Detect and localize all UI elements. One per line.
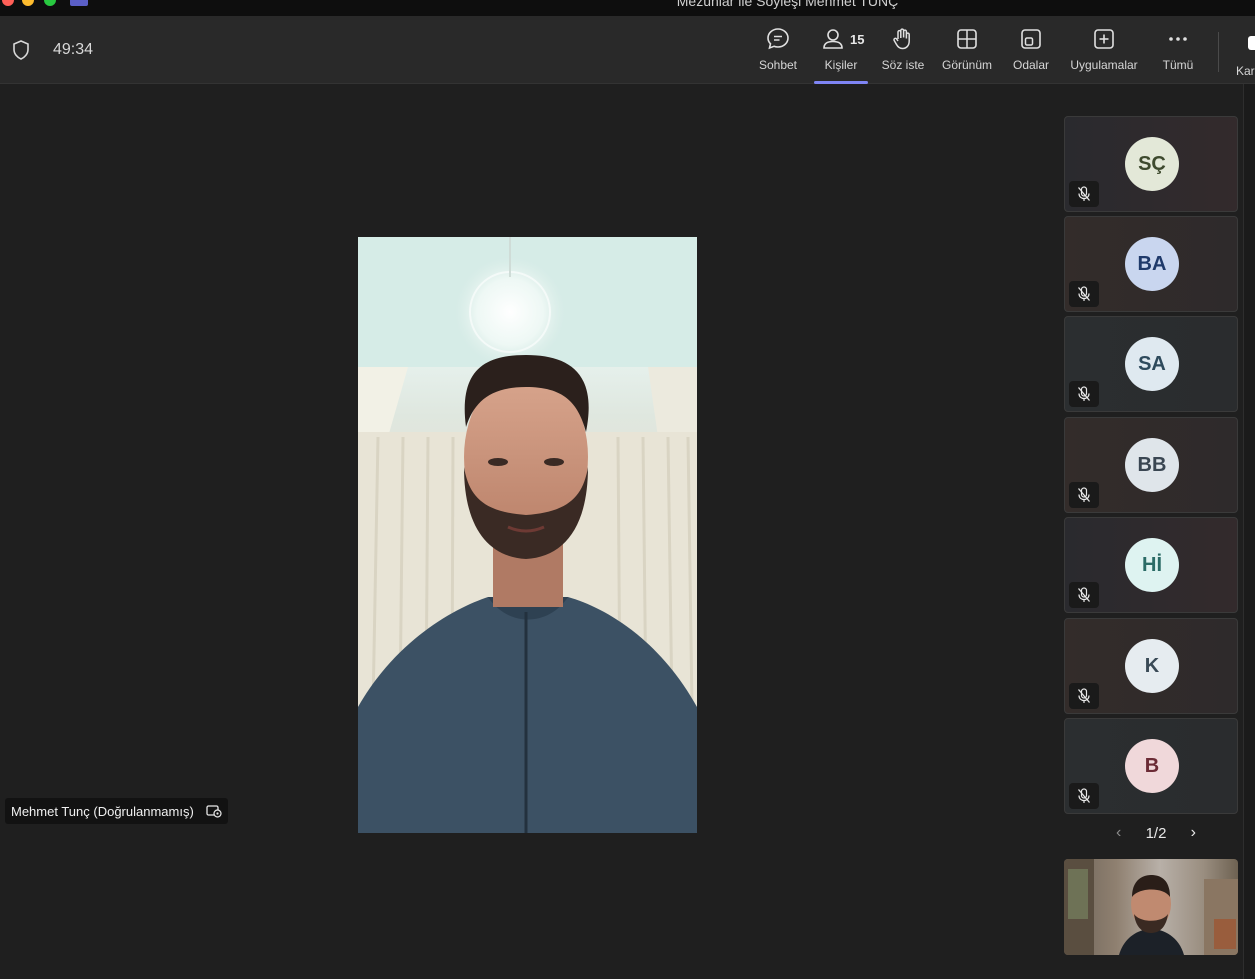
self-video-image bbox=[1064, 859, 1238, 955]
side-panel-edge bbox=[1243, 84, 1255, 979]
toolbar-divider bbox=[1218, 32, 1219, 72]
chat-icon bbox=[767, 28, 789, 50]
more-label: Tümü bbox=[1162, 58, 1194, 72]
view-label: Görünüm bbox=[941, 58, 993, 72]
apps-button[interactable]: Uygulamalar bbox=[1067, 26, 1141, 82]
previous-page-icon[interactable]: ‹ bbox=[1116, 824, 1121, 842]
meeting-toolbar: 49:34 Sohbet 15 Kişiler Söz iste Görünüm bbox=[0, 16, 1255, 84]
muted-mic-icon bbox=[1069, 381, 1099, 407]
camera-icon bbox=[1248, 36, 1255, 50]
add-app-icon bbox=[1094, 29, 1114, 49]
hand-icon bbox=[893, 28, 910, 50]
participant-tile[interactable]: K bbox=[1064, 618, 1238, 714]
page-indicator: 1/2 bbox=[1145, 824, 1167, 842]
participant-avatar: SA bbox=[1125, 337, 1179, 391]
muted-mic-icon bbox=[1069, 783, 1099, 809]
video-settings-icon[interactable] bbox=[206, 804, 222, 818]
participant-avatar: K bbox=[1125, 639, 1179, 693]
participant-avatar: BA bbox=[1125, 237, 1179, 291]
participant-tile[interactable]: SÇ bbox=[1064, 116, 1238, 212]
raise-hand-label: Söz iste bbox=[881, 58, 925, 72]
rooms-icon bbox=[1021, 29, 1041, 49]
self-preview-video[interactable] bbox=[1064, 859, 1238, 955]
speaker-video[interactable] bbox=[358, 237, 697, 833]
muted-mic-icon bbox=[1069, 281, 1099, 307]
participant-avatar: Hİ bbox=[1125, 538, 1179, 592]
people-label: Kişiler bbox=[824, 58, 858, 72]
participant-avatar: B bbox=[1125, 739, 1179, 793]
active-tab-indicator bbox=[814, 81, 868, 84]
next-page-icon[interactable]: › bbox=[1191, 824, 1196, 842]
breakout-rooms-button[interactable]: Odalar bbox=[1010, 26, 1052, 82]
view-button[interactable]: Görünüm bbox=[940, 26, 994, 82]
participant-avatar: BB bbox=[1125, 438, 1179, 492]
speaker-video-image bbox=[358, 237, 697, 833]
participant-tile[interactable]: B bbox=[1064, 718, 1238, 814]
chat-button[interactable]: Sohbet bbox=[757, 26, 799, 82]
participant-tile[interactable]: BB bbox=[1064, 417, 1238, 513]
speaker-name-tag: Mehmet Tunç (Doğrulanmamış) bbox=[5, 798, 228, 824]
apps-label: Uygulamalar bbox=[1070, 58, 1138, 72]
participant-tile[interactable]: SA bbox=[1064, 316, 1238, 412]
title-bar: Mezunlar ile Söyleşi Mehmet TUNÇ bbox=[0, 0, 1255, 16]
speaker-name: Mehmet Tunç (Doğrulanmamış) bbox=[11, 803, 194, 819]
window-title: Mezunlar ile Söyleşi Mehmet TUNÇ bbox=[676, 0, 899, 9]
muted-mic-icon bbox=[1069, 181, 1099, 207]
camera-label: Kar bbox=[1236, 64, 1255, 78]
shield-icon[interactable] bbox=[12, 40, 30, 60]
more-dots-icon bbox=[1169, 37, 1187, 41]
meeting-timer: 49:34 bbox=[53, 41, 94, 58]
chat-label: Sohbet bbox=[758, 58, 798, 72]
person-icon bbox=[823, 29, 843, 49]
rooms-label: Odalar bbox=[1012, 58, 1050, 72]
participant-tile[interactable]: Hİ bbox=[1064, 517, 1238, 613]
meeting-stage: Mehmet Tunç (Doğrulanmamış) bbox=[0, 85, 1060, 979]
raise-hand-button[interactable]: Söz iste bbox=[880, 26, 926, 82]
grid-view-icon bbox=[957, 29, 977, 49]
people-count: 15 bbox=[850, 32, 865, 47]
more-button[interactable]: Tümü bbox=[1158, 26, 1198, 82]
muted-mic-icon bbox=[1069, 482, 1099, 508]
participant-avatar: SÇ bbox=[1125, 137, 1179, 191]
muted-mic-icon bbox=[1069, 683, 1099, 709]
participant-tile[interactable]: BA bbox=[1064, 216, 1238, 312]
muted-mic-icon bbox=[1069, 582, 1099, 608]
gallery-pager: ‹ 1/2 › bbox=[1116, 824, 1196, 842]
people-button[interactable]: 15 Kişiler bbox=[814, 26, 868, 84]
